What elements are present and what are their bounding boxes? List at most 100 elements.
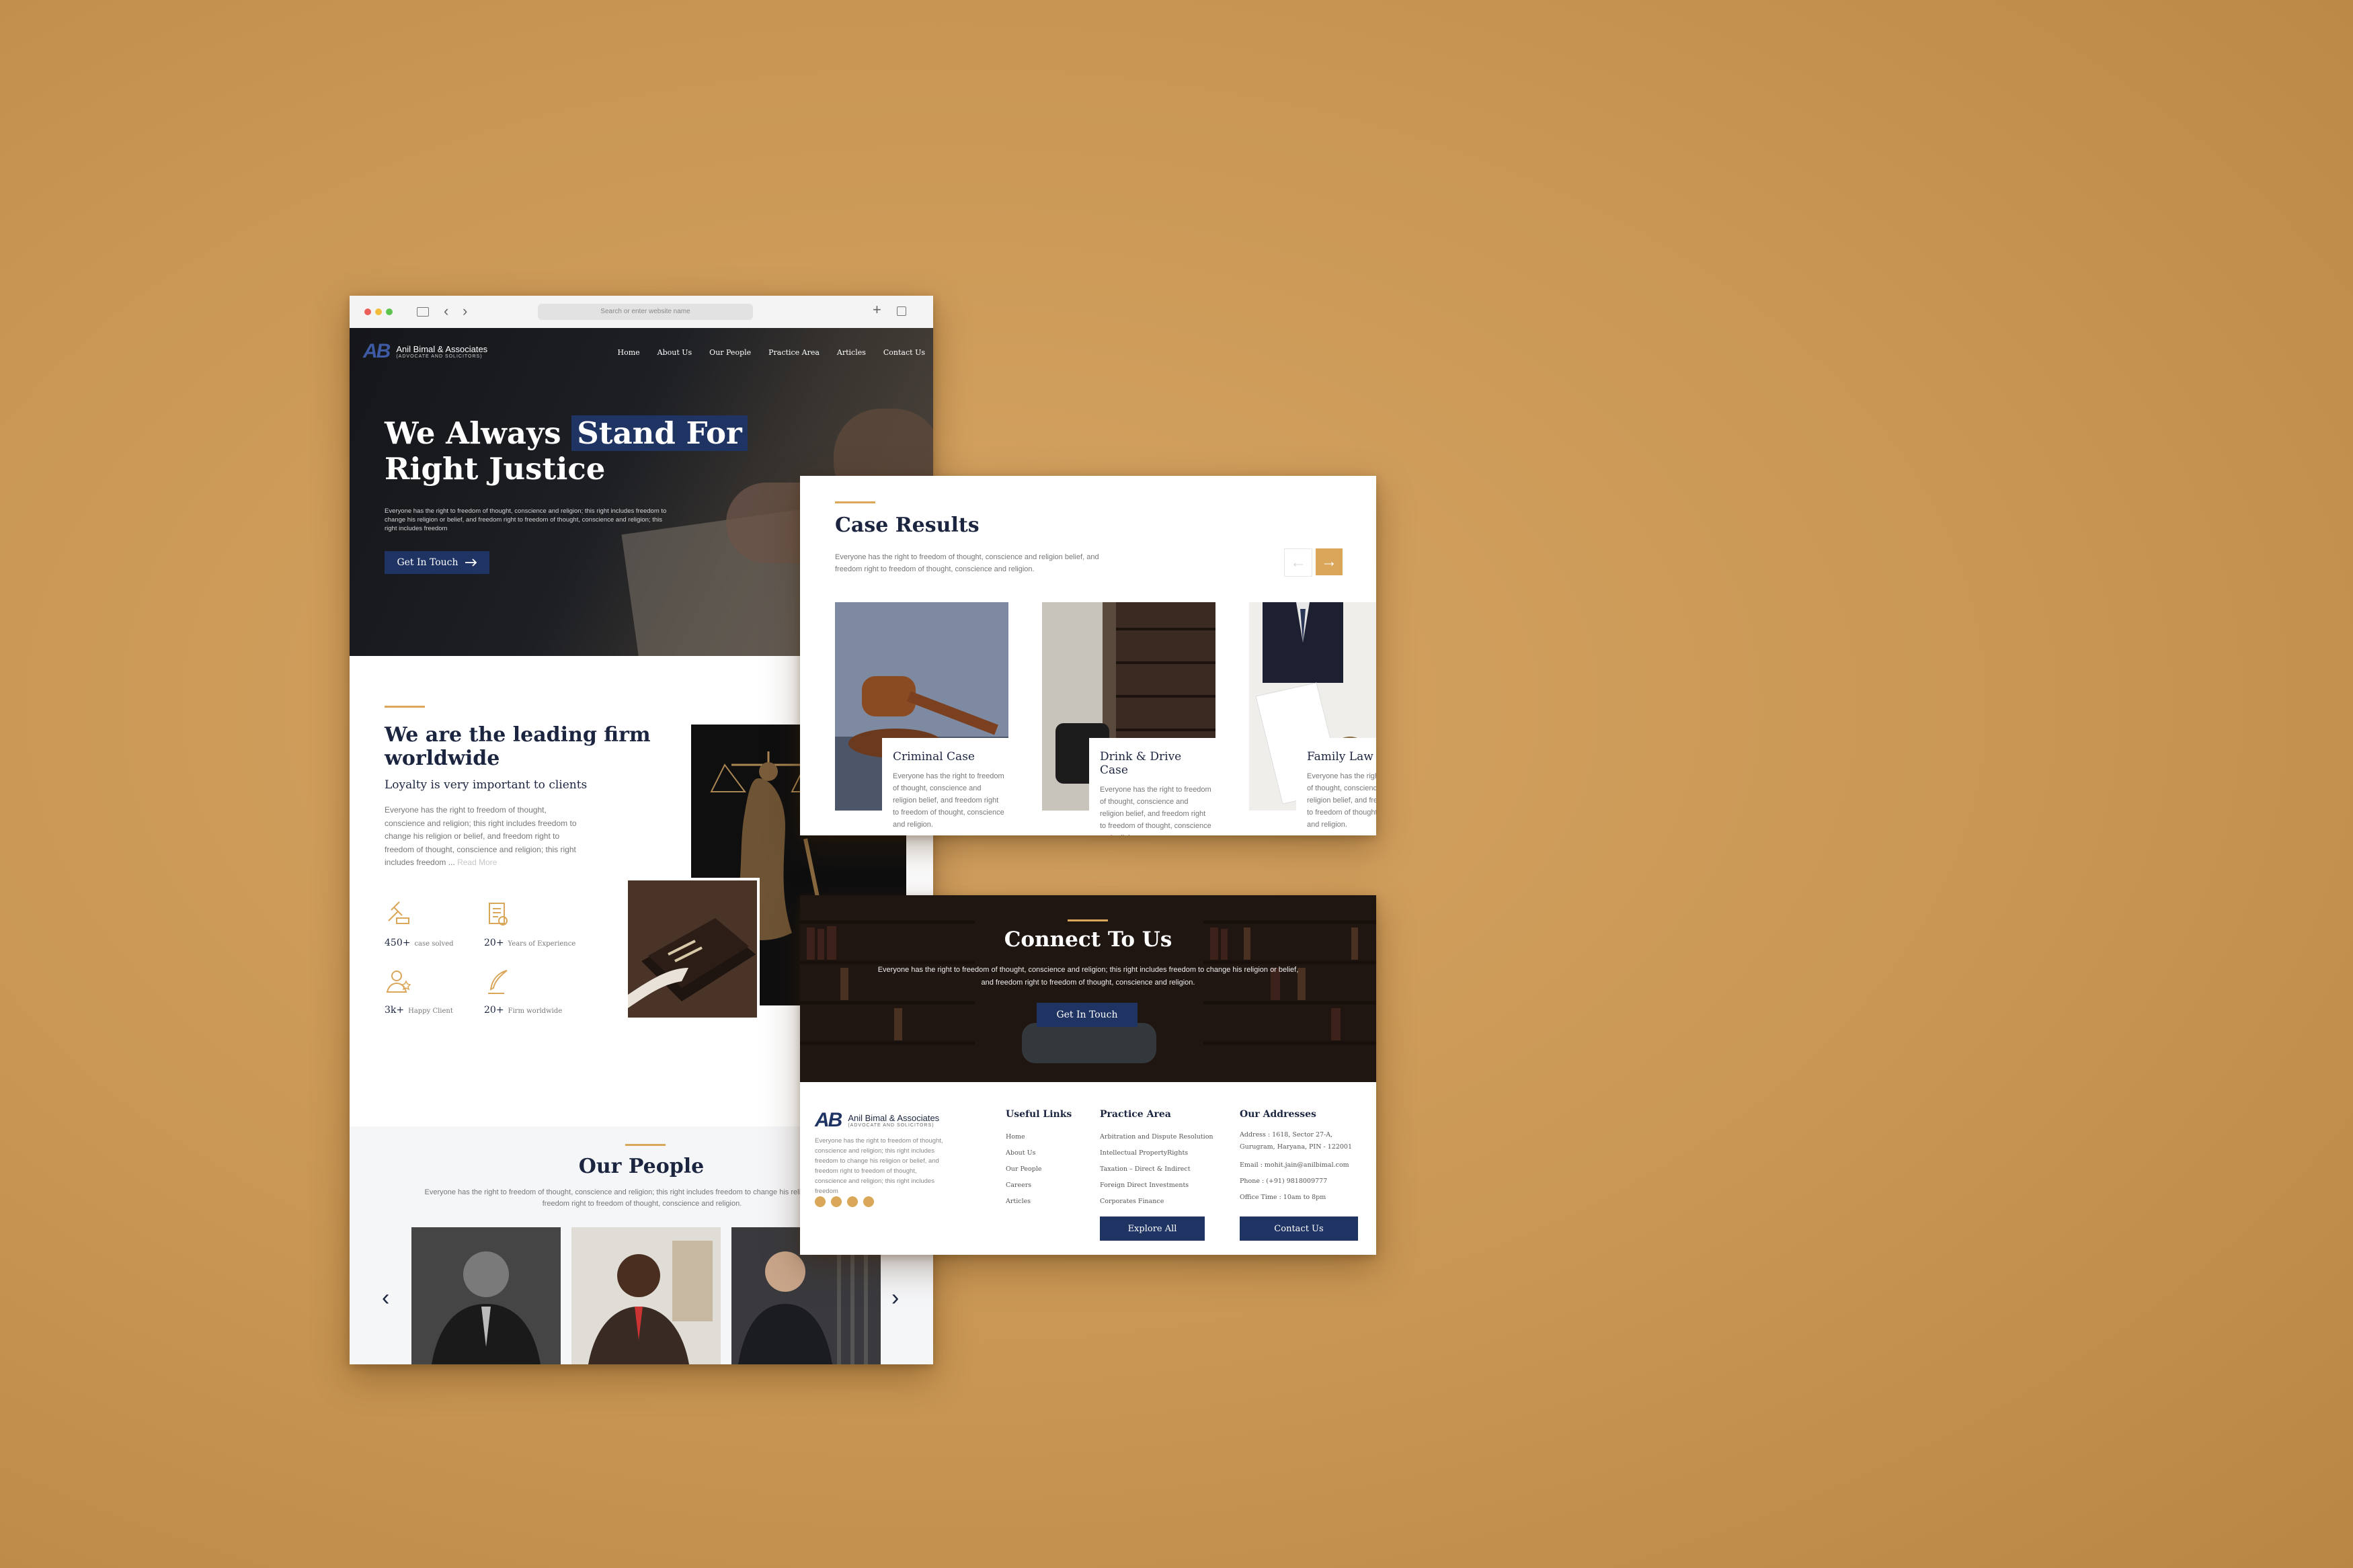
footer-column-title: Useful Links	[1006, 1109, 1072, 1120]
linkedin-icon[interactable]	[831, 1196, 842, 1207]
hero-title: We Always Stand For Right Justice	[385, 415, 748, 487]
twitter-icon[interactable]	[863, 1196, 874, 1207]
about-tagline: Loyalty is very important to clients	[385, 778, 588, 792]
case-card-family-law[interactable]: Family Law Case Everyone has the right t…	[1249, 602, 1376, 835]
section-accent-line	[625, 1144, 666, 1146]
connect-banner: Connect To Us Everyone has the right to …	[800, 895, 1376, 1082]
hero-cta-label: Get In Touch	[397, 557, 458, 568]
person-photo[interactable]	[411, 1227, 561, 1364]
stat-label: Happy Client	[408, 1007, 453, 1015]
minimize-window-button[interactable]	[375, 308, 382, 315]
footer-link-taxation[interactable]: Taxation – Direct & Indirect	[1100, 1161, 1213, 1178]
stat-value: 20+	[484, 938, 504, 948]
close-window-button[interactable]	[364, 308, 371, 315]
case-results-description: Everyone has the right to freedom of tho…	[835, 553, 1099, 573]
site-footer: AB Anil Bimal & Associates (ADVOCATE AND…	[800, 1082, 1376, 1255]
logo-name: Anil Bimal & Associates	[396, 343, 488, 354]
case-text: Everyone has the right to freedom of tho…	[893, 772, 1004, 829]
site-logo[interactable]: AB Anil Bimal & Associates (ADVOCATE AND…	[363, 340, 487, 363]
law-book-photo	[625, 878, 760, 1020]
about-title: We are the leading firm worldwide	[385, 723, 651, 770]
logo-subtitle: (ADVOCATE AND SOLICITORS)	[396, 354, 483, 359]
logo-name: Anil Bimal & Associates	[848, 1112, 940, 1123]
case-title: Drink & Drive Case	[1100, 750, 1182, 777]
maximize-window-button[interactable]	[386, 308, 393, 315]
footer-logo[interactable]: AB Anil Bimal & Associates (ADVOCATE AND…	[815, 1109, 939, 1132]
footer-link-fdi[interactable]: Foreign Direct Investments	[1100, 1178, 1213, 1194]
case-card-criminal[interactable]: Criminal Case Everyone has the right to …	[835, 602, 1016, 835]
stat-label: Firm worldwide	[508, 1007, 563, 1015]
section-accent-line	[1068, 919, 1108, 921]
nav-item-practice[interactable]: Practice Area	[768, 348, 820, 357]
chevron-left-icon[interactable]: ‹	[382, 1285, 389, 1311]
case-card-drink-drive[interactable]: Drink & Drive Case Everyone has the righ…	[1042, 602, 1224, 835]
footer-link-home[interactable]: Home	[1006, 1129, 1072, 1145]
case-info-card: Drink & Drive Case Everyone has the righ…	[1089, 738, 1224, 835]
instagram-icon[interactable]	[815, 1196, 826, 1207]
tabs-overview-icon[interactable]	[897, 306, 906, 316]
logo-mark: AB	[363, 340, 391, 362]
url-bar[interactable]: Search or enter website name	[538, 304, 753, 320]
stat-clients: 3k+ Happy Client	[385, 968, 485, 1016]
case-title: Family Law Case	[1307, 750, 1376, 764]
footer-link-corporate-finance[interactable]: Corporates Finance	[1100, 1194, 1213, 1210]
hero-get-in-touch-button[interactable]: Get In Touch	[385, 551, 489, 574]
case-next-button[interactable]: →	[1316, 548, 1343, 575]
sidebar-toggle-icon[interactable]	[417, 307, 429, 317]
section-accent-line	[385, 706, 425, 708]
nav-item-contact[interactable]: Contact Us	[883, 348, 925, 357]
footer-link-ip-rights[interactable]: Intellectual PropertyRights	[1100, 1145, 1213, 1161]
connect-get-in-touch-button[interactable]: Get In Touch	[1037, 1003, 1138, 1027]
new-tab-icon[interactable]: +	[873, 301, 881, 319]
footer-blurb: Everyone has the right to freedom of tho…	[815, 1137, 943, 1195]
case-title: Criminal Case	[893, 750, 975, 764]
explore-all-button[interactable]: Explore All	[1100, 1216, 1205, 1241]
hero-title-text: We Always	[385, 415, 572, 451]
nav-item-articles[interactable]: Articles	[837, 348, 866, 357]
browser-toolbar: ‹ › Search or enter website name +	[350, 296, 933, 329]
about-body: Everyone has the right to freedom of tho…	[385, 804, 580, 870]
stat-label: Years of Experience	[508, 940, 576, 948]
stat-firms: 20+ Firm worldwide	[484, 968, 585, 1016]
stat-label: case solved	[414, 940, 454, 948]
gavel-icon	[388, 901, 409, 924]
case-results-panel: Case Results Everyone has the right to f…	[800, 476, 1376, 835]
person-photo[interactable]	[571, 1227, 721, 1364]
case-prev-button[interactable]: ←	[1284, 548, 1312, 577]
footer-link-arbitration[interactable]: Arbitration and Dispute Resolution	[1100, 1129, 1213, 1145]
nav-item-about[interactable]: About Us	[657, 348, 692, 357]
footer-email[interactable]: Email : mohit.jain@anilbimal.com	[1240, 1157, 1367, 1173]
chevron-right-icon[interactable]: ›	[891, 1285, 899, 1311]
stat-years: 20+ Years of Experience	[484, 901, 585, 948]
logo-subtitle: (ADVOCATE AND SOLICITORS)	[848, 1122, 934, 1128]
contact-us-button[interactable]: Contact Us	[1240, 1216, 1358, 1241]
logo-mark: AB	[815, 1109, 842, 1131]
social-links	[815, 1196, 874, 1207]
footer-column-title: Our Addresses	[1240, 1109, 1316, 1120]
arrow-right-icon	[465, 559, 477, 567]
connect-title: Connect To Us	[1004, 927, 1172, 952]
connect-footer-panel: Connect To Us Everyone has the right to …	[800, 895, 1376, 1255]
footer-phone[interactable]: Phone : (+91) 9818009777	[1240, 1173, 1367, 1190]
footer-link-articles[interactable]: Articles	[1006, 1194, 1072, 1210]
footer-link-about[interactable]: About Us	[1006, 1145, 1072, 1161]
forward-icon[interactable]: ›	[463, 302, 467, 320]
hero-title-line2: Right Justice	[385, 451, 606, 487]
read-more-link[interactable]: Read More	[457, 858, 497, 867]
person-portrait-image	[411, 1227, 561, 1364]
certificate-icon	[489, 903, 508, 925]
nav-item-people[interactable]: Our People	[709, 348, 751, 357]
footer-useful-links: Useful Links Home About Us Our People Ca…	[1006, 1109, 1072, 1210]
stat-value: 3k+	[385, 1005, 405, 1016]
case-info-card: Family Law Case Everyone has the right t…	[1296, 738, 1376, 835]
footer-link-careers[interactable]: Careers	[1006, 1178, 1072, 1194]
footer-addresses: Our Addresses Address : 1618, Sector 27-…	[1240, 1109, 1367, 1206]
footer-link-people[interactable]: Our People	[1006, 1161, 1072, 1178]
nav-item-home[interactable]: Home	[617, 348, 639, 357]
back-icon[interactable]: ‹	[444, 302, 448, 320]
footer-address: Address : 1618, Sector 27-A, Gurugram, H…	[1240, 1131, 1353, 1151]
stat-cases: 450+ case solved	[385, 901, 485, 948]
quill-icon	[488, 970, 508, 994]
case-info-card: Criminal Case Everyone has the right to …	[882, 738, 1016, 835]
facebook-icon[interactable]	[847, 1196, 858, 1207]
